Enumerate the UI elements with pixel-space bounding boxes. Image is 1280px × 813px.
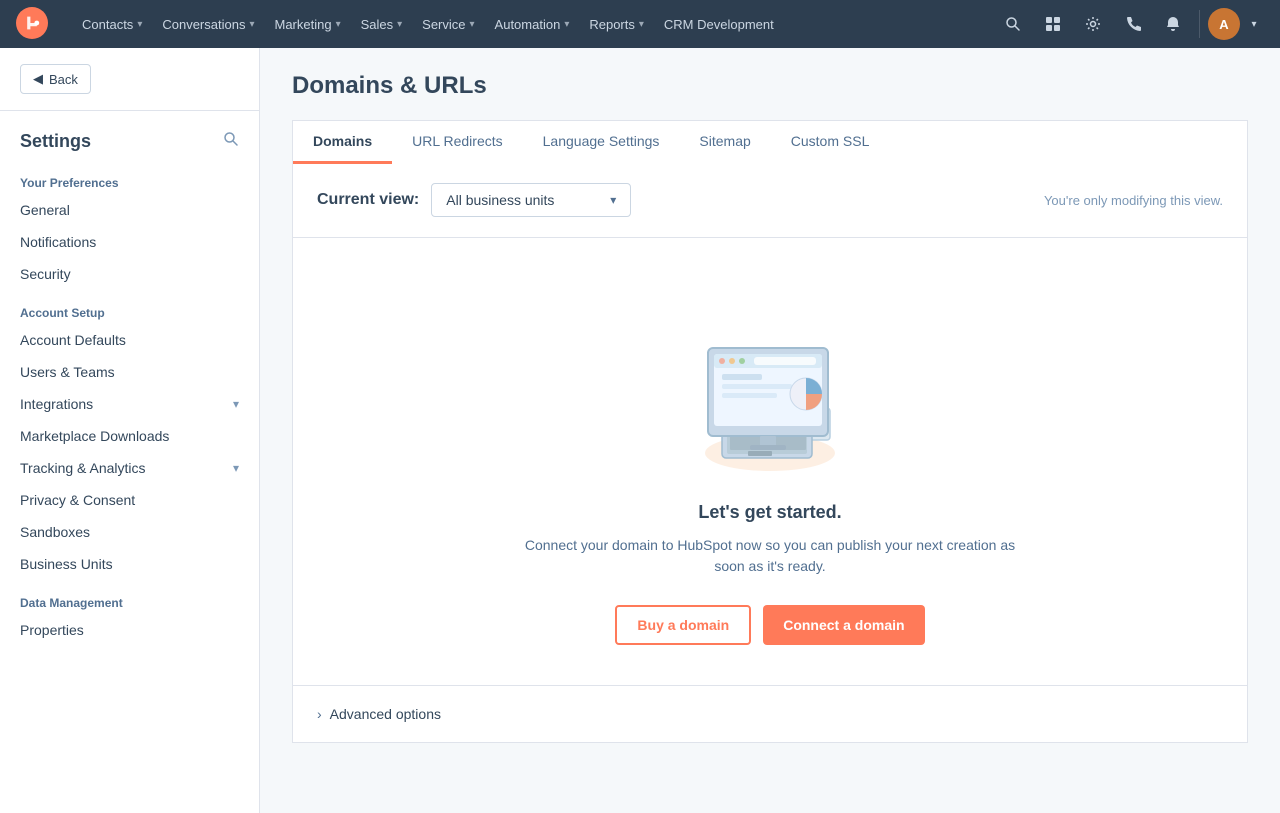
settings-button[interactable] xyxy=(1075,6,1111,42)
tab-custom-ssl[interactable]: Custom SSL xyxy=(771,121,890,164)
settings-sidebar: ◀ Back Settings Your Preferences General… xyxy=(0,48,260,813)
nav-automation[interactable]: Automation ▾ xyxy=(485,0,580,48)
empty-state-title: Let's get started. xyxy=(698,502,841,523)
section-your-preferences: Your Preferences xyxy=(0,160,259,194)
dropdown-chevron-icon: ▾ xyxy=(610,193,616,207)
tab-domains[interactable]: Domains xyxy=(293,121,392,164)
sidebar-item-privacy-consent[interactable]: Privacy & Consent xyxy=(0,484,259,516)
sidebar-item-general[interactable]: General xyxy=(0,194,259,226)
sidebar-item-security[interactable]: Security xyxy=(0,258,259,290)
chevron-down-icon: ▾ xyxy=(233,397,239,411)
notifications-button[interactable] xyxy=(1155,6,1191,42)
tab-sitemap[interactable]: Sitemap xyxy=(679,121,770,164)
account-chevron[interactable]: ▾ xyxy=(1244,6,1264,42)
nav-contacts[interactable]: Contacts ▾ xyxy=(72,0,152,48)
business-unit-select: All business units ▾ xyxy=(431,183,631,217)
connect-domain-button[interactable]: Connect a domain xyxy=(763,605,924,645)
user-avatar[interactable]: A xyxy=(1208,8,1240,40)
nav-reports[interactable]: Reports ▾ xyxy=(579,0,654,48)
search-icon[interactable] xyxy=(223,131,239,152)
sidebar-item-notifications[interactable]: Notifications xyxy=(0,226,259,258)
sidebar-item-sandboxes[interactable]: Sandboxes xyxy=(0,516,259,548)
section-account-setup: Account Setup xyxy=(0,290,259,324)
nav-crm-development[interactable]: CRM Development xyxy=(654,0,784,48)
chevron-down-icon: ▾ xyxy=(336,19,341,30)
main-layout: ◀ Back Settings Your Preferences General… xyxy=(0,48,1280,813)
sidebar-item-properties[interactable]: Properties xyxy=(0,614,259,646)
nav-links: Contacts ▾ Conversations ▾ Marketing ▾ S… xyxy=(72,0,995,48)
sidebar-back-section: ◀ Back xyxy=(0,48,259,111)
current-view-bar: Current view: All business units ▾ You'r… xyxy=(293,163,1247,238)
hubspot-logo[interactable] xyxy=(16,7,60,42)
chevron-down-icon: ▾ xyxy=(249,19,254,30)
sidebar-header: Settings xyxy=(0,111,259,160)
sidebar-item-integrations[interactable]: Integrations ▾ xyxy=(0,388,259,420)
arrow-left-icon: ◀ xyxy=(33,71,43,87)
tab-language-settings[interactable]: Language Settings xyxy=(523,121,680,164)
chevron-down-icon: ▾ xyxy=(564,19,569,30)
top-navigation: Contacts ▾ Conversations ▾ Marketing ▾ S… xyxy=(0,0,1280,48)
sidebar-item-tracking-analytics[interactable]: Tracking & Analytics ▾ xyxy=(0,452,259,484)
chevron-down-icon: ▾ xyxy=(639,19,644,30)
empty-state-actions: Buy a domain Connect a domain xyxy=(615,605,924,645)
phone-button[interactable] xyxy=(1115,6,1151,42)
content-area: Current view: All business units ▾ You'r… xyxy=(292,163,1248,743)
domains-illustration xyxy=(670,298,870,478)
sidebar-item-users-teams[interactable]: Users & Teams xyxy=(0,356,259,388)
empty-state-description: Connect your domain to HubSpot now so yo… xyxy=(520,535,1020,577)
sidebar-title: Settings xyxy=(20,131,91,152)
tabs-container: Domains URL Redirects Language Settings … xyxy=(292,120,1248,163)
buy-domain-button[interactable]: Buy a domain xyxy=(615,605,751,645)
nav-sales[interactable]: Sales ▾ xyxy=(351,0,413,48)
nav-conversations[interactable]: Conversations ▾ xyxy=(152,0,264,48)
advanced-options-label: Advanced options xyxy=(330,706,441,722)
chevron-right-icon: › xyxy=(317,706,322,722)
sidebar-item-marketplace[interactable]: Marketplace Downloads xyxy=(0,420,259,452)
current-view-label: Current view: xyxy=(317,191,419,209)
sidebar-item-account-defaults[interactable]: Account Defaults xyxy=(0,324,259,356)
view-note: You're only modifying this view. xyxy=(1044,193,1223,208)
marketplace-button[interactable] xyxy=(1035,6,1071,42)
page-title: Domains & URLs xyxy=(292,72,1248,100)
nav-marketing[interactable]: Marketing ▾ xyxy=(264,0,350,48)
nav-right-icons: A ▾ xyxy=(995,6,1264,42)
section-data-management: Data Management xyxy=(0,580,259,614)
tab-url-redirects[interactable]: URL Redirects xyxy=(392,121,523,164)
business-unit-dropdown[interactable]: All business units ▾ xyxy=(431,183,631,217)
chevron-down-icon: ▾ xyxy=(397,19,402,30)
back-button[interactable]: ◀ Back xyxy=(20,64,91,94)
advanced-options-section[interactable]: › Advanced options xyxy=(293,685,1247,742)
chevron-down-icon: ▾ xyxy=(137,19,142,30)
main-content: Domains & URLs Domains URL Redirects Lan… xyxy=(260,48,1280,813)
chevron-down-icon: ▾ xyxy=(470,19,475,30)
search-button[interactable] xyxy=(995,6,1031,42)
sidebar-item-business-units[interactable]: Business Units xyxy=(0,548,259,580)
nav-service[interactable]: Service ▾ xyxy=(412,0,484,48)
chevron-down-icon: ▾ xyxy=(233,461,239,475)
empty-state: Let's get started. Connect your domain t… xyxy=(293,238,1247,685)
nav-divider xyxy=(1199,10,1200,38)
